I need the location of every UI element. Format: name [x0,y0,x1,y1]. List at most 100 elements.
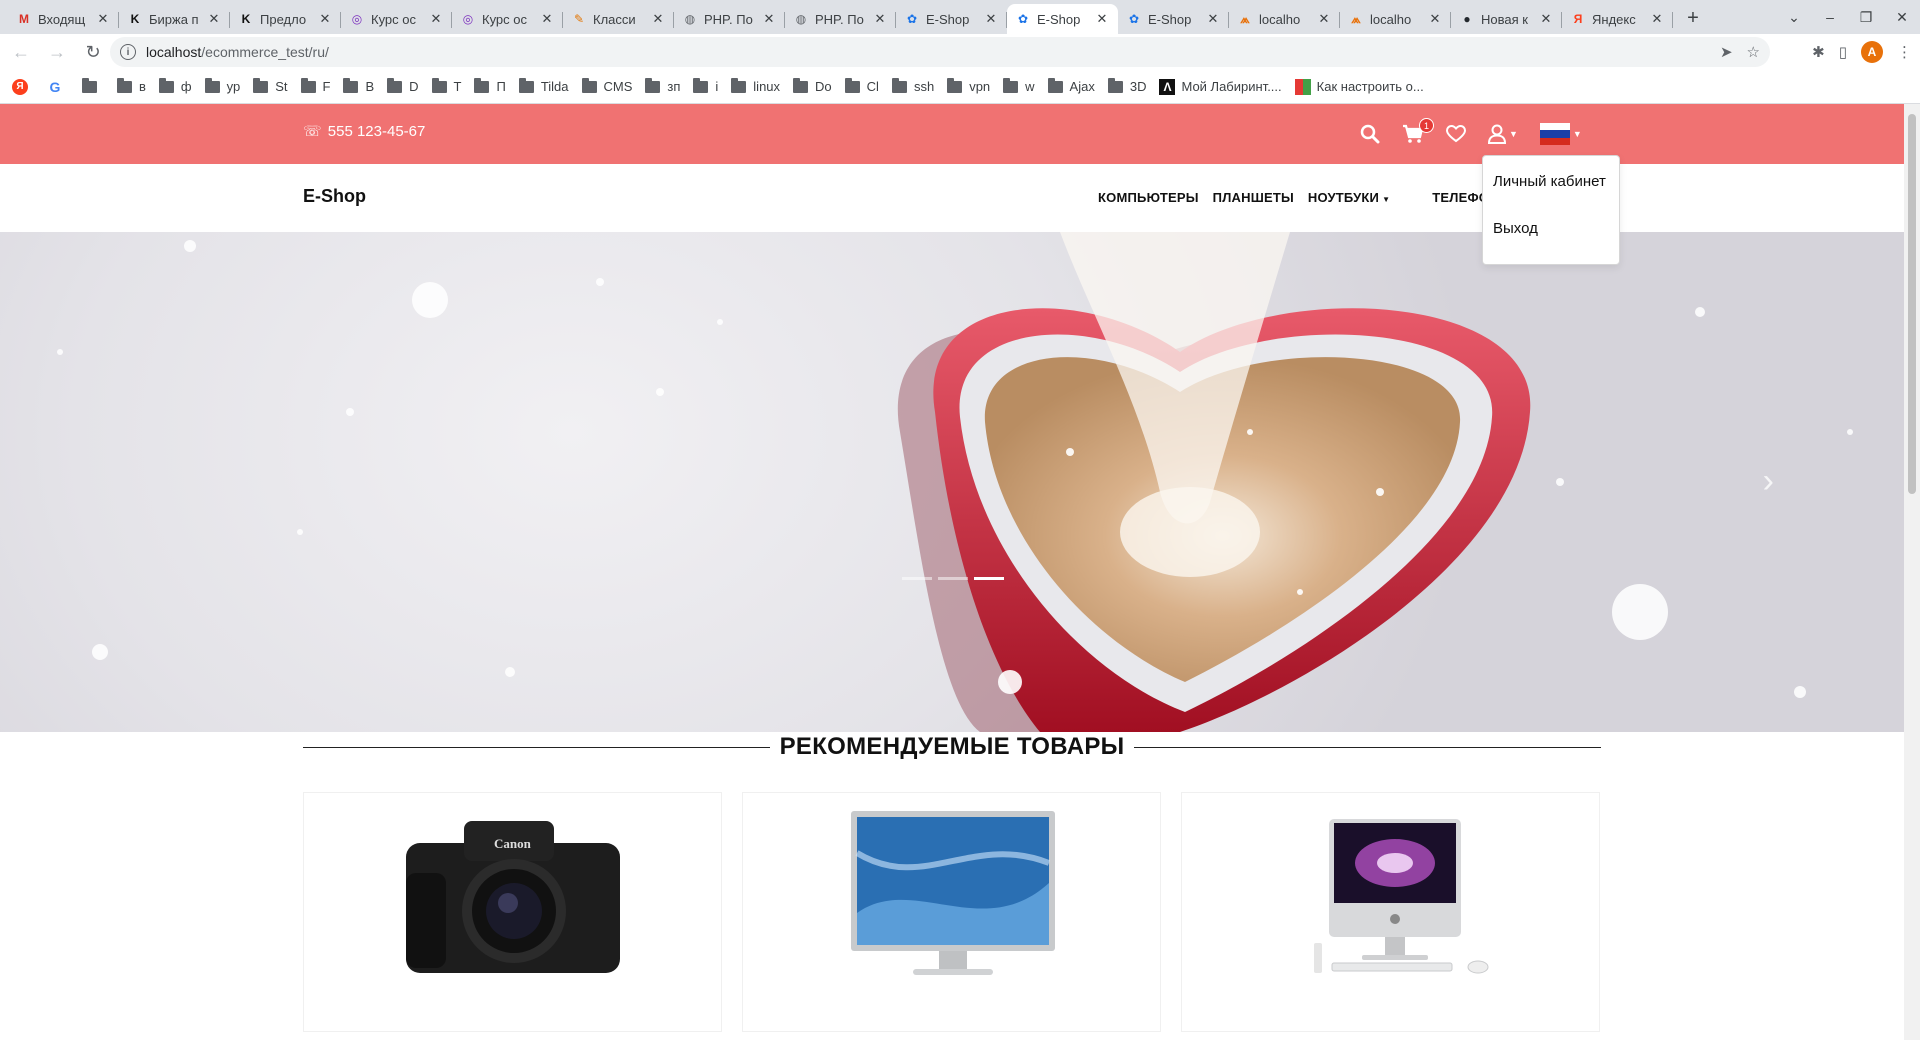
search-icon[interactable] [1360,124,1380,144]
side-panel-icon[interactable]: ▯ [1839,43,1847,61]
bookmark-item[interactable]: F [300,77,330,94]
bookmark-item[interactable]: 3D [1107,77,1146,94]
browser-tab[interactable]: M Входящ ✕ [8,4,119,34]
bookmark-item[interactable]: D [387,77,419,94]
user-account-toggle[interactable]: ▼ [1488,124,1518,144]
phone-contact[interactable]: ☏ 555 123-45-67 [303,122,425,141]
scrollbar-thumb[interactable] [1908,114,1916,494]
product-card[interactable] [1181,792,1600,1032]
close-tab-icon[interactable]: ✕ [1427,11,1443,27]
bookmark-item[interactable]: Ajax [1047,77,1095,94]
browser-menu-icon[interactable]: ⋮ [1897,43,1912,61]
bookmark-item[interactable]: G [47,79,69,95]
bookmark-item[interactable]: в [117,77,146,94]
bookmark-item[interactable]: w [1003,77,1035,94]
close-tab-icon[interactable]: ✕ [872,11,888,27]
close-tab-icon[interactable]: ✕ [1538,11,1554,27]
browser-tab-active[interactable]: ✿ E-Shop ✕ [1007,4,1118,34]
minimize-button[interactable]: – [1812,9,1848,25]
bookmark-item[interactable]: Я [12,78,34,95]
close-tab-icon[interactable]: ✕ [95,11,111,27]
slider-next-arrow[interactable]: › [1763,462,1774,501]
page-scrollbar[interactable] [1904,104,1920,1040]
slider-indicator[interactable] [938,577,968,580]
menu-item-personal-account[interactable]: Личный кабинет [1483,172,1619,219]
close-tab-icon[interactable]: ✕ [428,11,444,27]
close-tab-icon[interactable]: ✕ [1649,11,1665,27]
slider-indicator-active[interactable] [974,577,1004,580]
close-tab-icon[interactable]: ✕ [317,11,333,27]
menu-item-computers[interactable]: КОМПЬЮТЕРЫ [1098,190,1199,205]
address-bar[interactable]: i localhost/ecommerce_test/ru/ ➤ ☆ [110,37,1770,67]
browser-tab[interactable]: ✿ E-Shop ✕ [896,4,1007,34]
close-tab-icon[interactable]: ✕ [1094,11,1110,27]
browser-tab[interactable]: ◎ Курс ос ✕ [452,4,563,34]
bookmark-label: зп [667,79,681,94]
send-icon[interactable]: ➤ [1720,43,1733,61]
browser-tab[interactable]: ⩕ localho ✕ [1340,4,1451,34]
product-card[interactable]: Canon [303,792,722,1032]
browser-tab[interactable]: ● Новая к ✕ [1451,4,1562,34]
close-tab-icon[interactable]: ✕ [206,11,222,27]
close-tab-icon[interactable]: ✕ [539,11,555,27]
bookmark-item[interactable]: Do [793,77,832,94]
browser-tab[interactable]: ✎ Класси ✕ [563,4,674,34]
site-info-icon[interactable]: i [120,44,136,60]
menu-item-laptops[interactable]: НОУТБУКИ ▼ [1308,190,1390,205]
bookmark-item[interactable]: ур [204,77,241,94]
bookmark-item[interactable]: St [253,77,288,94]
bookmark-item[interactable]: Λ Мой Лабиринт.... [1159,78,1282,95]
close-tab-icon[interactable]: ✕ [983,11,999,27]
browser-tab[interactable]: ◎ Курс ос ✕ [341,4,452,34]
bookmark-item[interactable]: В [343,77,374,94]
bookmark-item[interactable]: vpn [947,77,990,94]
wishlist-heart-icon[interactable] [1446,125,1466,143]
close-window-button[interactable]: ✕ [1884,9,1920,26]
browser-tab[interactable]: ⩕ localho ✕ [1229,4,1340,34]
tab-search-icon[interactable]: ⌄ [1776,9,1812,26]
browser-tab[interactable]: ✿ E-Shop ✕ [1118,4,1229,34]
close-tab-icon[interactable]: ✕ [761,11,777,27]
close-tab-icon[interactable]: ✕ [1205,11,1221,27]
browser-tab[interactable]: ◍ PHP. По ✕ [785,4,896,34]
close-tab-icon[interactable]: ✕ [650,11,666,27]
bookmark-item[interactable]: CMS [581,77,632,94]
close-tab-icon[interactable]: ✕ [1316,11,1332,27]
github-icon: ● [1463,12,1471,26]
folder-icon [581,77,597,93]
bookmark-item[interactable]: linux [731,77,780,94]
bookmark-item[interactable]: ssh [891,77,934,94]
bookmark-label: ур [226,79,241,94]
bookmarks-bar: Я Gв ф ур St F В D Т П Tilda CMS зп i linux Do Cl ssh vpn w… [0,70,1920,104]
extensions-icon[interactable]: ✱ [1812,43,1825,61]
bookmark-item[interactable]: Т [431,77,461,94]
new-tab-button[interactable]: + [1679,4,1707,32]
bookmark-item[interactable] [82,77,104,93]
browser-tab[interactable]: ◍ PHP. По ✕ [674,4,785,34]
site-logo[interactable]: E-Shop [303,186,366,207]
bookmark-item[interactable]: Cl [844,77,879,94]
bookmark-item[interactable]: П [474,77,506,94]
language-switcher[interactable]: ▼ [1539,123,1582,145]
bookmark-item[interactable]: Tilda [518,77,569,94]
menu-item-logout[interactable]: Выход [1483,219,1619,266]
browser-tab[interactable]: Я Яндекс ✕ [1562,4,1673,34]
bookmark-item[interactable]: i [693,77,718,94]
back-button[interactable]: ← [6,37,36,67]
profile-avatar[interactable]: A [1861,41,1883,63]
menu-item-tablets[interactable]: ПЛАНШЕТЫ [1213,190,1294,205]
cart-icon[interactable]: 1 [1402,118,1434,144]
bookmark-item[interactable]: ф [158,77,192,94]
browser-tab[interactable]: K Биржа п ✕ [119,4,230,34]
bookmark-star-icon[interactable]: ☆ [1747,43,1760,61]
forward-button[interactable]: → [42,37,72,67]
tab-title: PHP. По [704,11,753,27]
reload-button[interactable]: ↻ [78,37,108,67]
bookmark-item[interactable]: зп [645,77,681,94]
product-card[interactable] [742,792,1161,1032]
restore-button[interactable]: ❐ [1848,9,1884,26]
slider-indicator[interactable] [902,577,932,580]
tab-title: Курс ос [371,11,416,27]
browser-tab[interactable]: K Предло ✕ [230,4,341,34]
bookmark-item[interactable]: Как настроить о... [1294,78,1424,95]
